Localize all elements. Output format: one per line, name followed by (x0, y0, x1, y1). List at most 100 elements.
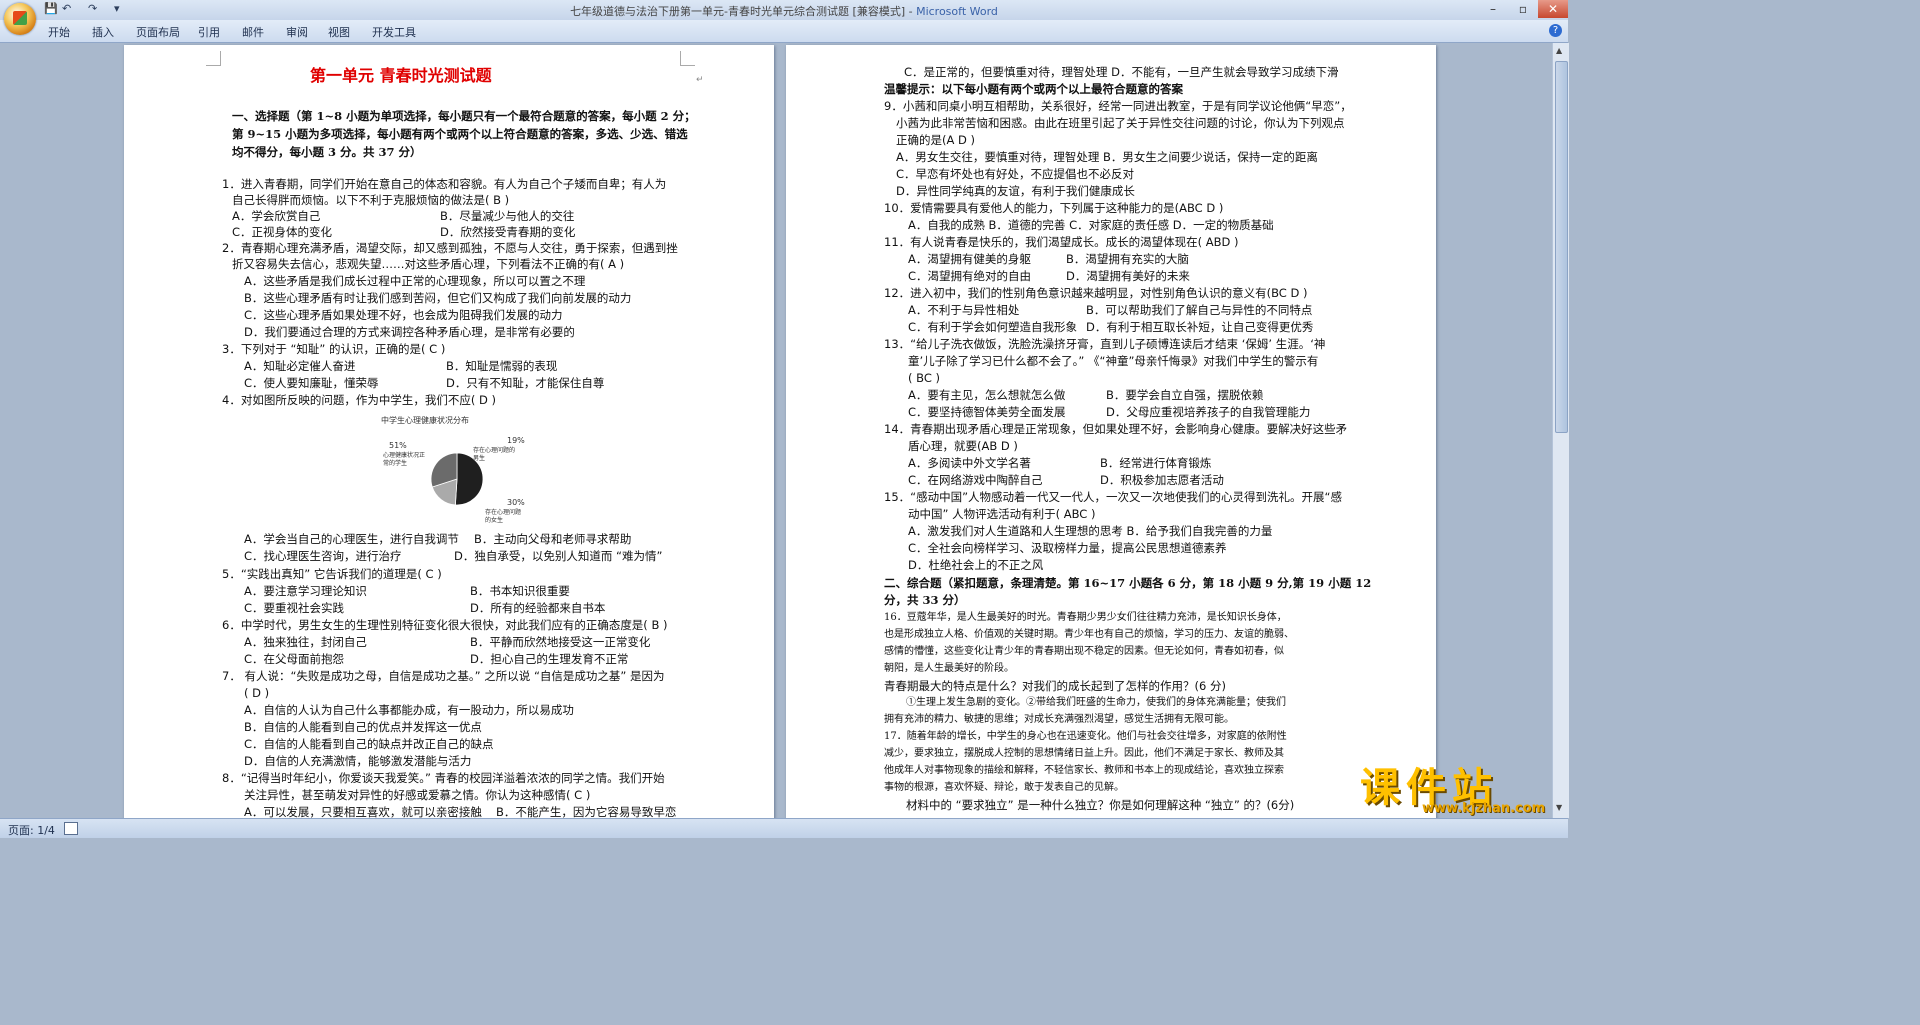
tab-review[interactable]: 审阅 (286, 24, 308, 40)
answer-option: A．渴望拥有健美的身躯 (908, 252, 1031, 266)
hint-heading: 温馨提示：以下每小题有两个或两个以上最符合题意的答案 (884, 82, 1183, 96)
answer-option: C．要坚持德智体美劳全面发展 (908, 405, 1066, 419)
answer-option: A．这些矛盾是我们成长过程中正常的心理现象，所以可以置之不理 (244, 274, 586, 288)
document-area[interactable]: 第一单元 青春时光测试题 ↵ 一、选择题（第 1~8 小题为单项选择，每小题只有… (0, 43, 1552, 818)
minimize-button[interactable]: – (1478, 0, 1508, 18)
section-heading: 第 9~15 小题为多项选择，每小题有两个或两个以上符合题意的答案，多选、少选、… (232, 127, 688, 141)
answer-option: A．独来独往，封闭自己 (244, 635, 367, 649)
answer-option: C．是正常的，但要慎重对待，理智处理 D．不能有，一旦产生就会导致学习成绩下滑 (904, 65, 1339, 79)
scroll-thumb[interactable] (1555, 61, 1568, 433)
tab-page-layout[interactable]: 页面布局 (136, 24, 180, 40)
maximize-button[interactable]: ▫ (1508, 0, 1538, 18)
answer-option: A．可以发展，只要相互喜欢，就可以亲密接触 (244, 805, 482, 818)
office-logo-icon (13, 11, 27, 25)
answer-option: C．这些心理矛盾如果处理不好，也会成为阻碍我们发展的动力 (244, 308, 563, 322)
vertical-scrollbar[interactable]: ▲ ▼ (1552, 43, 1569, 818)
answer-option: A．知耻必定催人奋进 (244, 359, 356, 373)
section-heading: 二、综合题（紧扣题意，条理清楚。第 16~17 小题各 6 分，第 18 小题 … (884, 576, 1372, 590)
question-text: 9．小茜和同桌小明互相帮助，关系很好，经常一同进出教室，于是有同学议论他俩“早恋… (884, 99, 1352, 113)
slice-name-label: 存在心理问题的男生 (473, 447, 516, 462)
margin-mark (680, 51, 695, 66)
question-text: 15．“感动中国”人物感动着一代又一代人，一次又一次地使我们的心灵得到洗礼。开展… (884, 490, 1343, 504)
answer-option: D．所有的经验都来自书本 (470, 601, 606, 615)
page-count[interactable]: 页面: 1/4 (8, 822, 55, 838)
answer-option: B．自信的人能看到自己的优点并发挥这一优点 (244, 720, 482, 734)
question-text: 10．爱情需要具有爱他人的能力，下列属于这种能力的是(ABC D ) (884, 201, 1224, 215)
answer-option: A．不利于与异性相处 (908, 303, 1020, 317)
help-icon[interactable]: ? (1549, 24, 1562, 37)
answer-option: B．渴望拥有充实的大脑 (1066, 252, 1189, 266)
answer-option: C．在网络游戏中陶醉自己 (908, 473, 1043, 487)
question-text: 6．中学时代，男生女生的生理性别特征变化很大很快，对此我们应有的正确态度是( B… (222, 618, 668, 632)
answer-option: B．可以帮助我们了解自己与异性的不同特点 (1086, 303, 1313, 317)
answer-option: C．早恋有坏处也有好处，不应提倡也不必反对 (896, 167, 1135, 181)
section-heading: 均不得分，每小题 3 分。共 37 分） (232, 145, 422, 159)
material-text: 减少，要求独立，摆脱成人控制的思想情绪日益上升。因此，他们不满足于家长、教师及其 (884, 748, 1284, 759)
question-text: 折又容易失去信心，悲观失望……对这些矛盾心理，下列看法不正确的有( A ) (232, 257, 625, 271)
answer-text: 拥有充沛的精力、敏捷的思维；对成长充满强烈渴望，感觉生活拥有无限可能。 (884, 714, 1234, 725)
question-text: 14．青春期出现矛盾心理是正常现象，但如果处理不好，会影响身心健康。要解决好这些… (884, 422, 1348, 436)
document-title: 第一单元 青春时光测试题 (310, 66, 492, 85)
paragraph-mark: ↵ (696, 75, 704, 85)
material-text: 朝阳，是人生最美好的阶段。 (884, 663, 1014, 674)
material-text: 事物的根源，喜欢怀疑、辩论，敢于发表自己的见解。 (884, 782, 1124, 793)
answer-option: D．积极参加志愿者活动 (1100, 473, 1224, 487)
tab-references[interactable]: 引用 (198, 24, 220, 40)
question-text: ( BC ) (908, 371, 941, 385)
answer-option: C．自信的人能看到自己的缺点并改正自己的缺点 (244, 737, 494, 751)
material-text: 也是形成独立人格、价值观的关键时期。青少年也有自己的烦恼，学习的压力、友谊的脆弱… (884, 629, 1294, 640)
scroll-down-icon[interactable]: ▼ (1556, 803, 1562, 812)
slice-value-label: 19% (507, 436, 525, 445)
page-2[interactable]: C．是正常的，但要慎重对待，理智处理 D．不能有，一旦产生就会导致学习成绩下滑 … (786, 45, 1436, 818)
margin-mark (206, 51, 221, 66)
window-title: 七年级道德与法治下册第一单元-青春时光单元综合测试题 [兼容模式] - Micr… (570, 5, 998, 18)
section-heading: 分，共 33 分） (884, 593, 966, 607)
question-text: 4．对如图所反映的问题，作为中学生，我们不应( D ) (222, 393, 496, 407)
answer-option: A．自我的成熟 B．道德的完善 C．对家庭的责任感 D．一定的物质基础 (908, 218, 1274, 232)
answer-option: B．知耻是懦弱的表现 (446, 359, 558, 373)
answer-option: A．要有主见，怎么想就怎么做 (908, 388, 1066, 402)
scroll-up-icon[interactable]: ▲ (1556, 46, 1562, 55)
answer-option: B．书本知识很重要 (470, 584, 570, 598)
answer-option: C．渴望拥有绝对的自由 (908, 269, 1032, 283)
tab-developer[interactable]: 开发工具 (372, 24, 416, 40)
question-text: 13．“给儿子洗衣做饭，洗脸洗澡挤牙膏，直到儿子硕博连读后才结束 ‘保姆’ 生涯… (884, 337, 1326, 351)
question-text: 童’儿子除了学习已什么都不会了。” 《“神童”母亲忏悔录》对我们中学生的警示有 (908, 354, 1319, 368)
office-button[interactable] (4, 3, 36, 35)
answer-option: C．使人要知廉耻，懂荣辱 (244, 376, 379, 390)
close-button[interactable]: ✕ (1538, 0, 1568, 18)
proofing-icon[interactable] (64, 822, 78, 835)
answer-option: A．多阅读中外文学名著 (908, 456, 1031, 470)
tab-view[interactable]: 视图 (328, 24, 350, 40)
page-1[interactable]: 第一单元 青春时光测试题 ↵ 一、选择题（第 1~8 小题为单项选择，每小题只有… (124, 45, 774, 818)
material-text: 16．豆蔻年华，是人生最美好的时光。青春期少男少女们往往精力充沛，是长知识长身体… (884, 612, 1287, 623)
question-text: 小茜为此非常苦恼和困惑。由此在班里引起了关于异性交往问题的讨论，你认为下列观点 (896, 116, 1345, 130)
answer-option: D．渴望拥有美好的未来 (1066, 269, 1190, 283)
question-text: 11．有人说青春是快乐的，我们渴望成长。成长的渴望体现在( ABD ) (884, 235, 1239, 249)
tab-insert[interactable]: 插入 (92, 24, 114, 40)
question-text: 青春期最大的特点是什么？对我们的成长起到了怎样的作用？(6 分) (884, 679, 1226, 693)
answer-text: ①生理上发生急剧的变化。②带给我们旺盛的生命力，使我们的身体充满能量；使我们 (906, 697, 1286, 708)
answer-option: A．激发我们对人生道路和人生理想的思考 B．给予我们自我完善的力量 (908, 524, 1273, 538)
material-text: 17．随着年龄的增长，中学生的身心也在迅速变化。他们与社会交往增多，对家庭的依附… (884, 731, 1287, 742)
question-text: 关注异性，甚至萌发对异性的好感或爱慕之情。你认为这种感情( C ) (244, 788, 591, 802)
question-text: 3．下列对于 “知耻” 的认识，正确的是( C ) (222, 342, 446, 356)
answer-option: A．学会欣赏自己 (232, 209, 321, 223)
answer-option: D．有利于相互取长补短，让自己变得更优秀 (1086, 320, 1314, 334)
answer-option: C．全社会向榜样学习、汲取榜样力量，提高公民思想道德素养 (908, 541, 1227, 555)
slice-name-label: 心理健康状况正常的学生 (383, 452, 426, 467)
tab-mailings[interactable]: 邮件 (242, 24, 264, 40)
answer-option: D．杜绝社会上的不正之风 (908, 558, 1044, 572)
answer-option: C．有利于学会如何塑造自我形象 (908, 320, 1078, 334)
answer-option: B．平静而欣然地接受这一正常变化 (470, 635, 651, 649)
question-text: 自己长得胖而烦恼。以下不利于克服烦恼的做法是( B ) (232, 193, 510, 207)
answer-option: B．尽量减少与他人的交往 (440, 209, 575, 223)
tab-home[interactable]: 开始 (48, 24, 70, 40)
slice-name-label: 存在心理问题的女生 (485, 509, 522, 524)
answer-option: D．欣然接受青春期的变化 (440, 225, 576, 239)
answer-option: D．只有不知耻，才能保住自尊 (446, 376, 605, 390)
question-text: 5．“实践出真知” 它告诉我们的道理是( C ) (222, 567, 442, 581)
answer-option: D．担心自己的生理发育不正常 (470, 652, 629, 666)
answer-option: B．这些心理矛盾有时让我们感到苦闷，但它们又构成了我们向前发展的动力 (244, 291, 632, 305)
answer-option: D．异性同学纯真的友谊，有利于我们健康成长 (896, 184, 1135, 198)
